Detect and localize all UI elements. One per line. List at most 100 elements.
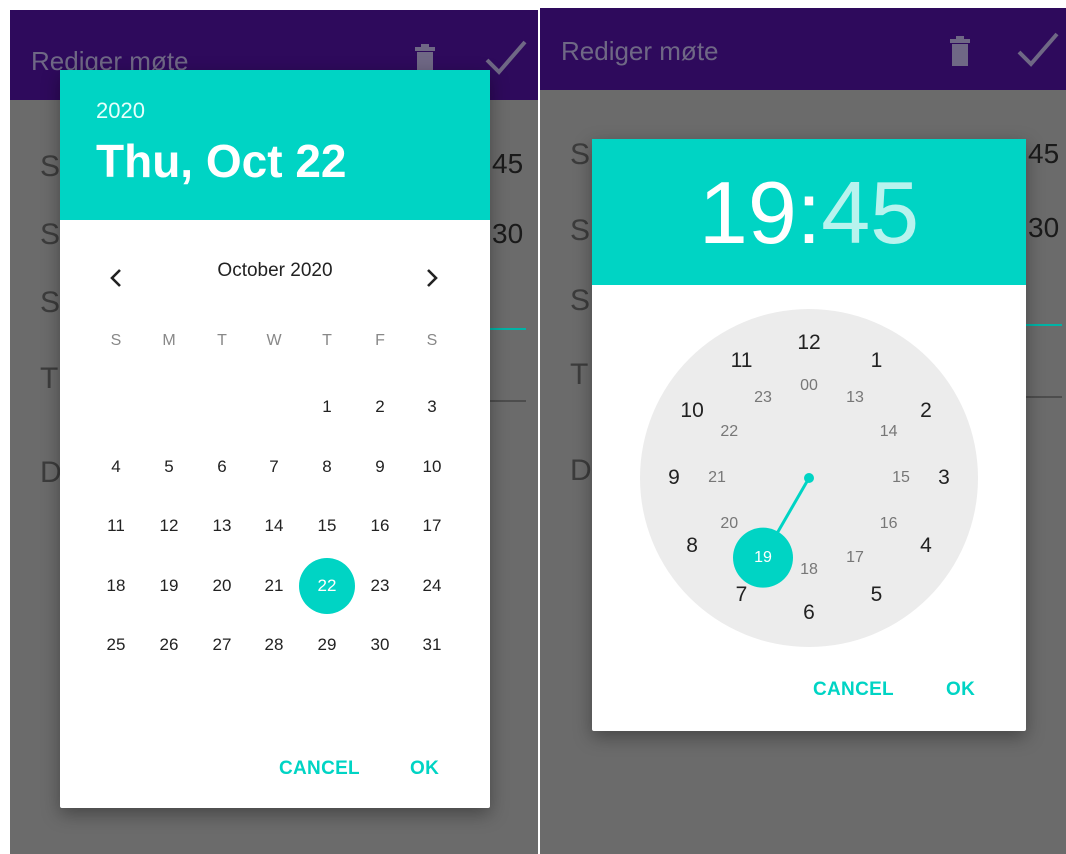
background-row-label: S [570,138,591,171]
background-row-label: T [40,362,59,395]
calendar-day-selected[interactable]: 22 [299,558,355,614]
clock-number[interactable]: 3 [924,464,964,492]
calendar-day[interactable]: 3 [404,379,460,435]
calendar-day[interactable]: 11 [88,498,144,554]
calendar-day[interactable]: 21 [246,558,302,614]
check-icon[interactable] [484,38,528,78]
cancel-button[interactable]: CANCEL [813,679,894,701]
check-icon[interactable] [1016,30,1060,70]
calendar-day[interactable]: 15 [299,498,355,554]
calendar-day[interactable]: 16 [352,498,408,554]
weekday-label: F [375,332,385,349]
clock-number[interactable]: 22 [709,418,749,446]
clock-number[interactable]: 17 [835,544,875,572]
date-picker-dialog: 2020 Thu, Oct 22 October 2020 SMTWTFS 12… [60,70,490,808]
calendar-day[interactable]: 12 [141,498,197,554]
clock-number[interactable]: 1 [857,347,897,375]
calendar-day[interactable]: 28 [246,617,302,673]
clock-number[interactable]: 20 [709,510,749,538]
background-row-value: 30 [492,218,524,249]
calendar-day[interactable]: 26 [141,617,197,673]
clock-number[interactable]: 18 [789,556,829,584]
app-bar-title: Rediger møte [561,36,719,66]
background-row-label: S [570,284,591,317]
time-display: 19:45 [592,163,1026,263]
background-row-value: 45 [1028,138,1060,169]
app-bar: Rediger møte [540,8,1066,90]
calendar-day[interactable]: 8 [299,439,355,495]
weekday-label: W [266,332,282,349]
calendar-day[interactable]: 6 [194,439,250,495]
weekday-label: T [322,332,332,349]
trash-icon[interactable] [948,36,972,66]
calendar-day[interactable]: 30 [352,617,408,673]
clock-face[interactable]: 12 1 2 3 4 5 6 7 8 9 10 11 00 13 14 15 16 17 18 19 20 21 22 23 [640,309,978,647]
clock-number[interactable]: 4 [906,532,946,560]
clock-number-selected[interactable]: 19 [743,544,783,572]
calendar-day[interactable]: 31 [404,617,460,673]
chevron-right-icon[interactable] [412,258,452,298]
clock-number[interactable]: 21 [697,464,737,492]
selected-date[interactable]: Thu, Oct 22 [96,134,346,188]
clock-number[interactable]: 10 [672,397,712,425]
calendar-day[interactable]: 27 [194,617,250,673]
background-row-label: T [570,358,589,391]
calendar-day[interactable]: 7 [246,439,302,495]
calendar-day[interactable]: 1 [299,379,355,435]
clock-number[interactable]: 00 [789,372,829,400]
clock-number[interactable]: 15 [881,464,921,492]
clock-number[interactable]: 14 [869,418,909,446]
clock-number[interactable]: 6 [789,599,829,627]
selected-year[interactable]: 2020 [96,98,145,124]
clock-number[interactable]: 5 [857,581,897,609]
cancel-button[interactable]: CANCEL [279,758,360,780]
calendar-day[interactable]: 18 [88,558,144,614]
clock-number[interactable]: 13 [835,384,875,412]
time-picker-dialog: 19:45 12 1 2 3 4 5 6 7 8 9 10 11 00 13 14 15 16 17 18 19 20 2… [592,139,1026,731]
selected-hour[interactable]: 19 [699,163,797,262]
calendar-day[interactable]: 10 [404,439,460,495]
background-underline [488,328,526,330]
calendar-day[interactable]: 24 [404,558,460,614]
clock-number[interactable]: 23 [743,384,783,412]
calendar-day[interactable]: 25 [88,617,144,673]
calendar-day[interactable]: 9 [352,439,408,495]
weekday-label: T [217,332,227,349]
clock-number[interactable]: 11 [722,347,762,375]
clock-center-dot [804,473,814,483]
calendar-day[interactable]: 20 [194,558,250,614]
background-row-label: D [570,454,592,487]
screen-time-picker: Rediger møte S S S T D 45 30 19:45 12 1 2 3… [540,8,1066,854]
weekday-label: M [162,332,176,349]
background-underline [1026,324,1062,326]
background-row-value: 30 [1028,212,1060,243]
time-separator: : [796,163,822,262]
calendar-day[interactable]: 4 [88,439,144,495]
calendar-day[interactable]: 13 [194,498,250,554]
clock-number[interactable]: 7 [722,581,762,609]
calendar-day[interactable]: 29 [299,617,355,673]
weekday-label: S [426,332,438,349]
weekday-label: S [110,332,122,349]
background-row-label: S [40,218,61,251]
selected-minute[interactable]: 45 [821,163,919,262]
clock-number[interactable]: 2 [906,397,946,425]
background-row-label: S [570,214,591,247]
background-underline [488,400,526,402]
calendar-day[interactable]: 19 [141,558,197,614]
background-row-label: S [40,150,61,183]
calendar-day[interactable]: 23 [352,558,408,614]
ok-button[interactable]: OK [410,758,439,780]
calendar-day[interactable]: 5 [141,439,197,495]
clock-number[interactable]: 12 [789,329,829,357]
clock-number[interactable]: 9 [654,464,694,492]
calendar-day[interactable]: 17 [404,498,460,554]
screen-date-picker: Rediger møte S S S T D 45 30 2020 Thu, O… [10,10,538,854]
calendar-day[interactable]: 2 [352,379,408,435]
background-row-label: S [40,286,61,319]
clock-number[interactable]: 8 [672,532,712,560]
background-row-label: D [40,456,62,489]
clock-number[interactable]: 16 [869,510,909,538]
ok-button[interactable]: OK [946,679,975,701]
calendar-day[interactable]: 14 [246,498,302,554]
